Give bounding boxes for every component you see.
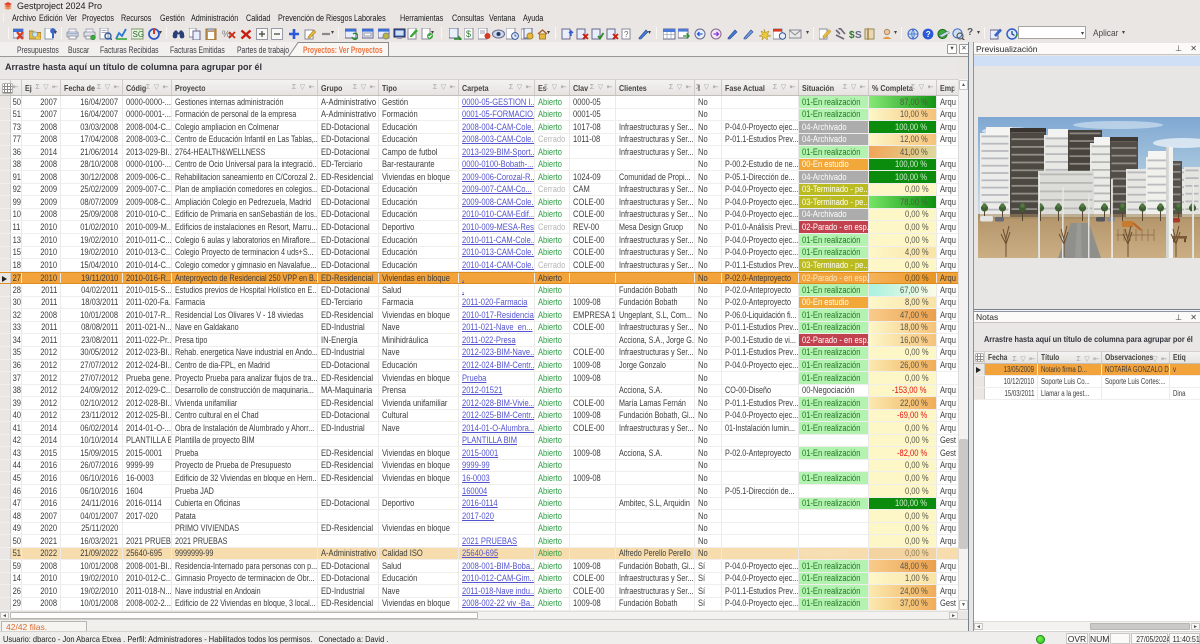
svg-text:$: $: [466, 29, 471, 39]
svg-text:S: S: [855, 30, 862, 40]
svg-text:?: ?: [624, 30, 629, 39]
svg-text:SG: SG: [133, 30, 145, 39]
svg-text:?: ?: [926, 30, 931, 39]
